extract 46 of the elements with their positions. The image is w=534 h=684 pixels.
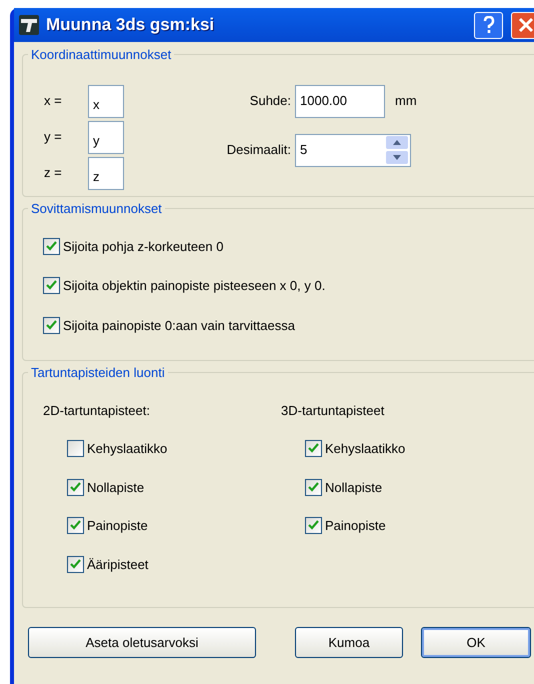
ratio-field[interactable]: 1000.00: [295, 84, 385, 118]
checkbox-label: Nollapiste: [325, 478, 382, 497]
checkbox[interactable]: [67, 478, 84, 496]
spinner-arrows-icon[interactable]: [386, 136, 408, 164]
checkbox-label: Sijoita pohja z-korkeuteen 0: [63, 238, 224, 256]
checkbox-label: Kehyslaatikko: [325, 440, 406, 458]
checkbox[interactable]: [305, 440, 322, 458]
ok-button[interactable]: OK: [421, 627, 531, 658]
checkbox[interactable]: [43, 316, 60, 334]
help-button[interactable]: [474, 12, 503, 38]
axis-label: y =: [43, 128, 63, 146]
checkbox[interactable]: [305, 478, 322, 496]
axis-field[interactable]: z: [88, 156, 124, 190]
checkbox[interactable]: [43, 277, 60, 294]
group-title: Sovittamismuunnokset: [30, 200, 163, 218]
checkbox[interactable]: [67, 440, 84, 458]
checkbox-label: Ääripisteet: [87, 556, 148, 574]
checkbox-label: Painopiste: [87, 517, 148, 535]
decimals-label: Desimaalit:: [226, 141, 292, 160]
axis-label: x =: [43, 92, 63, 110]
checkbox[interactable]: [43, 238, 60, 255]
help-icon: [482, 16, 494, 34]
unit-label: mm: [395, 92, 417, 110]
decimals-spinner[interactable]: 5: [295, 134, 411, 166]
ratio-label: Suhde:: [248, 92, 292, 110]
checkbox-label: Sijoita painopiste 0:aan vain tarvittaessa: [63, 316, 295, 335]
checkbox[interactable]: [67, 556, 84, 573]
column-heading: 3D-tartuntapisteet: [281, 402, 386, 420]
close-button[interactable]: [511, 12, 534, 38]
column-heading: 2D-tartuntapisteet:: [43, 402, 151, 420]
checkbox[interactable]: [305, 517, 322, 534]
window-title: Muunna 3ds gsm:ksi: [46, 14, 214, 36]
axis-label: z =: [43, 164, 63, 182]
cancel-button[interactable]: Kumoa: [295, 627, 403, 658]
reset-button[interactable]: Aseta oletusarvoksi: [28, 627, 256, 658]
app-icon: [18, 14, 40, 36]
group-title: Koordinaattimuunnokset: [30, 46, 172, 64]
group-title: Tartuntapisteiden luonti: [30, 364, 166, 382]
close-icon: [518, 17, 534, 33]
checkbox-label: Kehyslaatikko: [87, 440, 168, 458]
checkbox-label: Sijoita objektin painopiste pisteeseen x 0, y 0.: [63, 277, 326, 295]
checkbox-label: Painopiste: [325, 517, 386, 535]
checkbox[interactable]: [67, 517, 84, 534]
checkbox-label: Nollapiste: [87, 478, 144, 497]
axis-field[interactable]: y: [88, 120, 124, 154]
axis-field[interactable]: x: [88, 84, 124, 118]
